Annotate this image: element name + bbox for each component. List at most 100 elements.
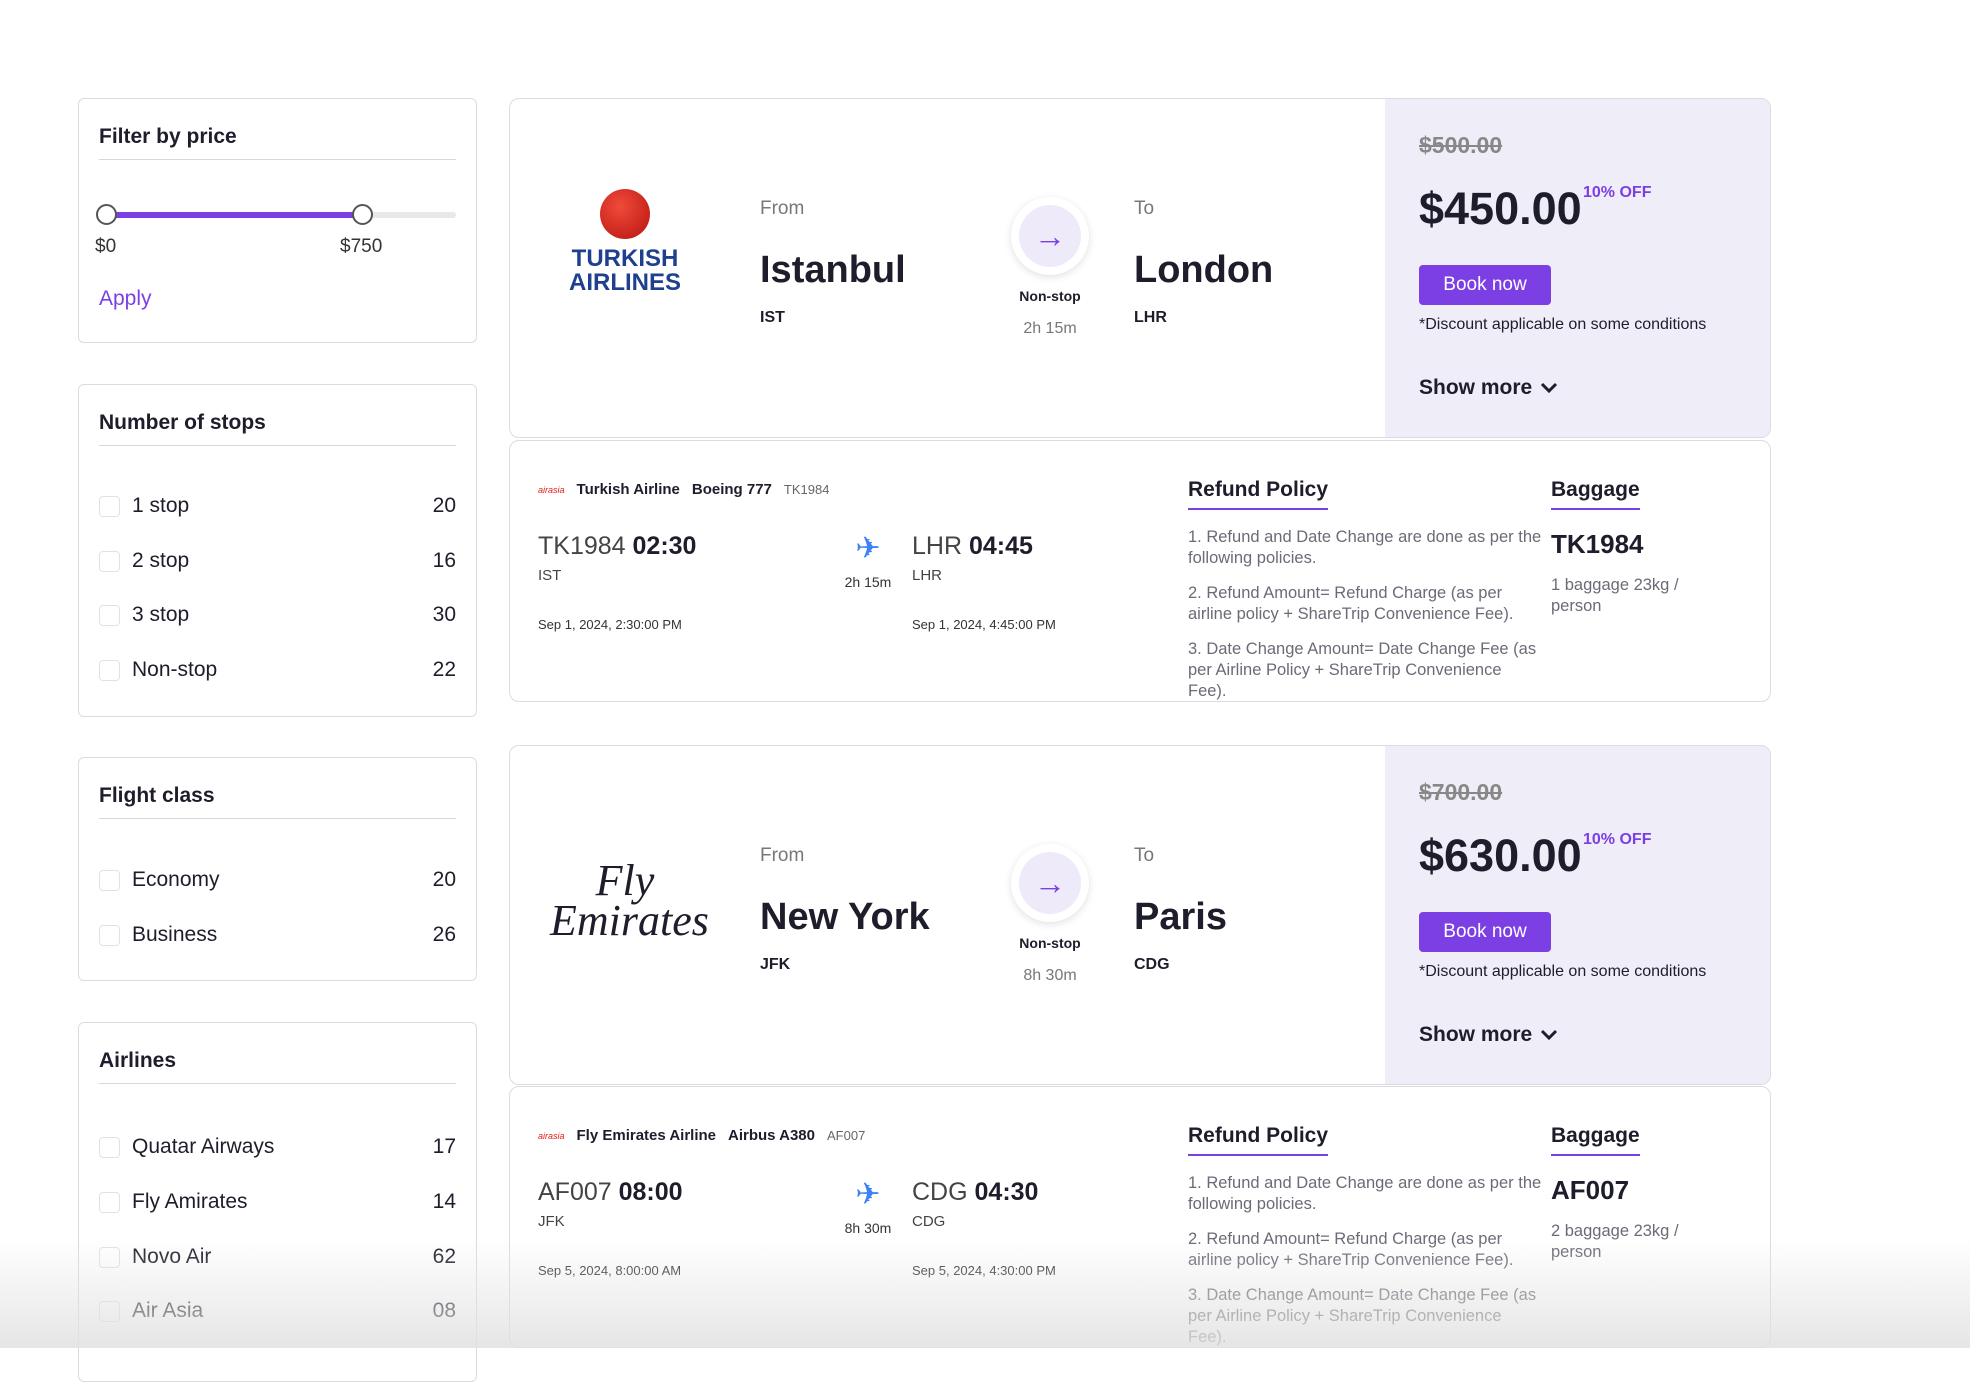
checkbox[interactable] (99, 1191, 120, 1213)
baggage-flight-code: TK1984 (1551, 529, 1644, 559)
to-city: London (1134, 249, 1274, 291)
discount-note: *Discount applicable on some conditions (1419, 316, 1707, 333)
from-code: JFK (760, 956, 791, 973)
checkbox[interactable] (99, 1136, 120, 1158)
policy-item: 3. Date Change Amount= Date Change Fee (… (1188, 1286, 1537, 1346)
option-count: 16 (432, 549, 456, 572)
baggage-tab[interactable]: Baggage (1551, 1124, 1640, 1156)
arrival-date: Sep 1, 2024, 4:45:00 PM (912, 617, 1056, 632)
stop-option[interactable]: 1 stop 20 (99, 491, 456, 521)
min-price-label: $0 (95, 236, 117, 257)
stops-filter-title: Number of stops (99, 411, 456, 446)
price-range-slider[interactable] (96, 204, 456, 225)
flight-details-card: airasia Fly Emirates Airline Airbus A380… (509, 1086, 1771, 1348)
airlines-filter: Airlines Quatar Airways 17 Fly Amirates 14… (78, 1022, 477, 1382)
checkbox[interactable] (99, 550, 120, 572)
turkish-crane-icon (600, 189, 650, 239)
airline-option[interactable]: Air Asia 08 (99, 1296, 456, 1326)
price-filter-title: Filter by price (99, 125, 456, 160)
arrow-right-icon: → (1019, 205, 1081, 267)
stops-label: Non-stop (1019, 288, 1081, 304)
flight-info-line: airasia Fly Emirates Airline Airbus A380… (538, 1127, 865, 1144)
discount-badge: 10% OFF (1583, 831, 1652, 848)
option-label: Air Asia (132, 1299, 204, 1322)
price-panel: $700.00 $630.00 10% OFF Book now *Discou… (1385, 746, 1770, 1084)
airlines-filter-title: Airlines (99, 1049, 456, 1084)
departure-time: AF007 08:00 (538, 1178, 683, 1206)
departure-date: Sep 1, 2024, 2:30:00 PM (538, 617, 682, 632)
option-label: 3 stop (132, 603, 190, 626)
option-label: Economy (132, 868, 220, 891)
to-code: CDG (1134, 956, 1170, 973)
max-price-label: $750 (340, 236, 383, 257)
airline-option[interactable]: Fly Amirates 14 (99, 1187, 456, 1217)
option-label: 2 stop (132, 549, 190, 572)
book-now-button[interactable]: Book now (1419, 265, 1551, 305)
refund-policy-tab[interactable]: Refund Policy (1188, 1124, 1329, 1156)
airline-small-logo: airasia (538, 1130, 565, 1141)
from-city: Istanbul (760, 249, 906, 291)
show-more-label: Show more (1419, 1023, 1533, 1046)
baggage-tab[interactable]: Baggage (1551, 478, 1640, 510)
route-arrow: → (1011, 197, 1089, 275)
checkbox[interactable] (99, 604, 120, 626)
max-price-handle[interactable] (351, 204, 373, 225)
airline-option[interactable]: Quatar Airways 17 (99, 1132, 456, 1162)
flight-duration: 8h 30m (844, 1220, 892, 1236)
airline-option[interactable]: Novo Air 62 (99, 1242, 456, 1272)
min-price-handle[interactable] (96, 204, 117, 225)
price-filter: Filter by price $0 $750 Apply (78, 98, 477, 343)
duration: 2h 15m (1023, 320, 1077, 337)
show-more-button[interactable]: Show more (1419, 1023, 1558, 1047)
refund-policy-tab[interactable]: Refund Policy (1188, 478, 1329, 510)
show-more-button[interactable]: Show more (1419, 376, 1558, 400)
departure-time: TK1984 02:30 (538, 532, 697, 560)
checkbox[interactable] (99, 1246, 120, 1268)
arrival-time: LHR 04:45 (912, 532, 1033, 560)
from-city: New York (760, 896, 930, 938)
option-count: 08 (432, 1299, 456, 1322)
stop-option[interactable]: 2 stop 16 (99, 546, 456, 576)
flight-duration: 2h 15m (844, 574, 892, 590)
option-label: 1 stop (132, 494, 190, 517)
stop-option[interactable]: 3 stop 30 (99, 600, 456, 630)
flight-code: TK1984 (783, 482, 830, 497)
policy-item: 1. Refund and Date Change are done as pe… (1188, 1174, 1542, 1213)
chevron-down-icon (1541, 382, 1558, 394)
checkbox[interactable] (99, 869, 120, 891)
book-now-button[interactable]: Book now (1419, 912, 1551, 952)
baggage-allowance: 1 baggage 23kg / person (1551, 576, 1679, 615)
checkbox[interactable] (99, 924, 120, 946)
checkbox[interactable] (99, 1300, 120, 1322)
chevron-down-icon (1541, 1029, 1558, 1041)
baggage-allowance: 2 baggage 23kg / person (1551, 1222, 1679, 1261)
baggage-flight-code: AF007 (1551, 1175, 1630, 1205)
from-code: IST (760, 309, 785, 326)
departure-date: Sep 5, 2024, 8:00:00 AM (538, 1263, 682, 1278)
checkbox[interactable] (99, 659, 120, 681)
aircraft: Boeing 777 (691, 481, 772, 498)
option-label: Fly Amirates (132, 1190, 248, 1213)
discounted-price: $630.00 (1419, 830, 1582, 881)
arrival-date: Sep 5, 2024, 4:30:00 PM (912, 1263, 1056, 1278)
class-option[interactable]: Business 26 (99, 920, 456, 950)
discount-badge: 10% OFF (1583, 184, 1652, 201)
aircraft: Airbus A380 (728, 1127, 815, 1144)
stops-label: Non-stop (1019, 935, 1081, 951)
checkbox[interactable] (99, 495, 120, 517)
discount-note: *Discount applicable on some conditions (1419, 963, 1707, 980)
departure-airport: JFK (538, 1213, 565, 1230)
option-count: 26 (432, 923, 456, 946)
flight-summary-card: Fly Emirates From New York JFK → Non-sto… (509, 745, 1771, 1085)
original-price: $500.00 (1419, 132, 1503, 158)
option-label: Quatar Airways (132, 1135, 275, 1158)
airline-logo: TURKISH AIRLINES (550, 189, 700, 295)
class-option[interactable]: Economy 20 (99, 865, 456, 895)
arrow-right-icon: → (1019, 852, 1081, 914)
apply-button[interactable]: Apply (99, 287, 152, 311)
option-label: Business (132, 923, 218, 946)
stop-option[interactable]: Non-stop 22 (99, 655, 456, 685)
option-count: 62 (432, 1245, 456, 1268)
stops-filter: Number of stops 1 stop 20 2 stop 16 3 stop… (78, 384, 477, 717)
option-label: Non-stop (132, 658, 218, 681)
